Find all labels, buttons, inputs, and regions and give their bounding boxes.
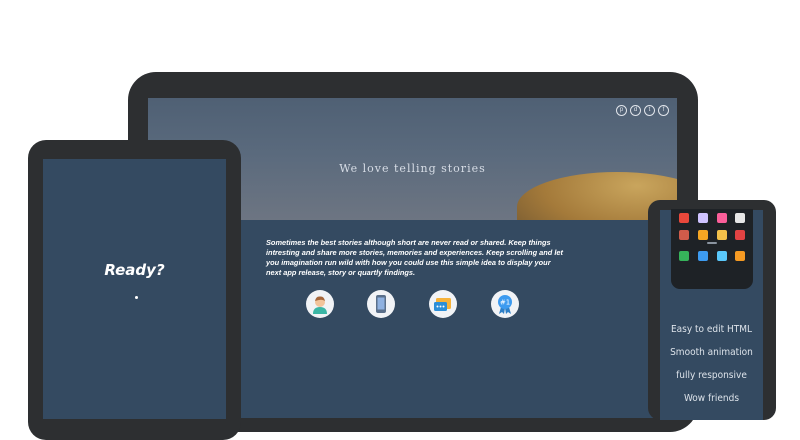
svg-text:#1: #1	[500, 299, 510, 307]
app-icon[interactable]	[717, 230, 727, 240]
social-links: p d t f	[616, 105, 669, 116]
twitter-icon[interactable]: t	[644, 105, 655, 116]
app-icon[interactable]	[679, 251, 689, 261]
app-icon[interactable]	[735, 213, 745, 223]
app-icon[interactable]	[717, 251, 727, 261]
story-text: Sometimes the best stories although shor…	[266, 238, 563, 277]
ready-title: Ready?	[104, 261, 165, 279]
phone-mockup-screen	[671, 209, 753, 289]
feature-item: Smooth animation	[670, 347, 753, 358]
app-icon[interactable]	[698, 251, 708, 261]
person-icon[interactable]	[306, 290, 334, 318]
facebook-icon[interactable]: f	[658, 105, 669, 116]
tablet-screen: Ready?	[43, 159, 226, 419]
loading-dot	[135, 296, 138, 299]
page-dots	[707, 242, 717, 244]
pinterest-icon[interactable]: p	[616, 105, 627, 116]
app-icon[interactable]	[698, 213, 708, 223]
feature-item: fully responsive	[676, 370, 747, 381]
chat-folder-icon[interactable]	[429, 290, 457, 318]
feature-item: Wow friends	[683, 393, 740, 404]
app-icon[interactable]	[679, 213, 689, 223]
app-icon[interactable]	[717, 213, 727, 223]
feature-item: Easy to edit HTML	[670, 324, 753, 335]
phone-feature-list: Easy to edit HTML Smooth animation fully…	[660, 318, 763, 410]
phone-icon[interactable]	[367, 290, 395, 318]
award-icon[interactable]: #1	[491, 290, 519, 318]
app-icon[interactable]	[698, 230, 708, 240]
app-icon[interactable]	[679, 230, 689, 240]
dribbble-icon[interactable]: d	[630, 105, 641, 116]
app-icon[interactable]	[735, 230, 745, 240]
app-icon[interactable]	[735, 251, 745, 261]
